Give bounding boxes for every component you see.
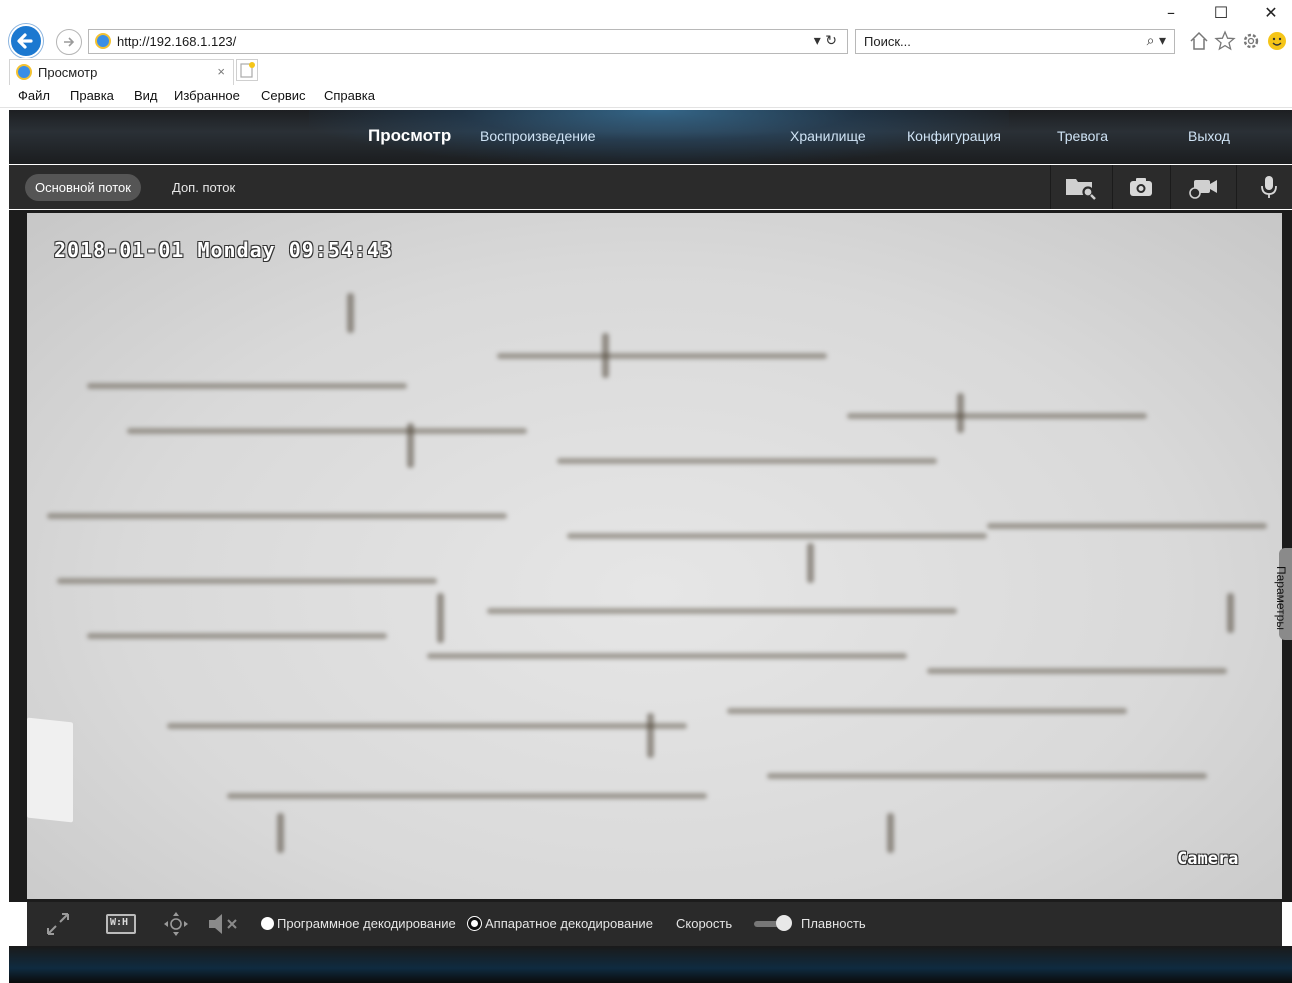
toolbar-divider: [1050, 165, 1051, 209]
menu-help[interactable]: Справка: [324, 88, 375, 103]
nav-storage[interactable]: Хранилище: [790, 128, 866, 144]
hardware-decoding-radio[interactable]: [468, 917, 481, 930]
home-icon[interactable]: [1188, 30, 1210, 52]
osd-camera-name: Camera: [1177, 849, 1239, 869]
window-titlebar: – ☐ ✕: [0, 0, 1292, 25]
nav-logout[interactable]: Выход: [1188, 128, 1230, 144]
software-decoding-radio[interactable]: [261, 917, 274, 930]
barcode-sticker: [27, 717, 73, 823]
record-icon[interactable]: [1186, 174, 1220, 200]
smiley-icon[interactable]: [1266, 30, 1288, 52]
search-input[interactable]: Поиск...: [864, 34, 911, 49]
osd-datetime: 2018-01-01 Monday 09:54:43: [54, 238, 394, 262]
new-tab-icon: [240, 62, 255, 78]
toolbar-divider: [1170, 165, 1171, 209]
slider-handle[interactable]: [776, 915, 792, 931]
ie-tab-icon: [16, 64, 32, 80]
main-stream-button[interactable]: Основной поток: [25, 174, 141, 201]
menu-view[interactable]: Вид: [134, 88, 158, 103]
camera-snapshot-icon[interactable]: [1128, 174, 1154, 200]
maximize-button[interactable]: ☐: [1198, 0, 1244, 25]
address-bar[interactable]: http://192.168.1.123/ ▾ ↻: [88, 29, 848, 54]
refresh-icon[interactable]: ▾ ↻: [814, 33, 837, 49]
parameters-label[interactable]: Параметры: [1274, 566, 1288, 630]
software-decoding-label[interactable]: Программное декодирование: [277, 916, 456, 931]
aspect-ratio-button[interactable]: W:H: [106, 914, 136, 934]
nav-alarm[interactable]: Тревога: [1057, 128, 1108, 144]
tab-title: Просмотр: [38, 65, 98, 80]
menu-edit[interactable]: Правка: [70, 88, 114, 103]
menu-tools[interactable]: Сервис: [261, 88, 306, 103]
mute-icon[interactable]: [206, 910, 242, 938]
sub-stream-button[interactable]: Доп. поток: [162, 174, 245, 201]
fullscreen-icon[interactable]: [44, 910, 72, 938]
live-video[interactable]: [27, 213, 1282, 899]
microphone-icon[interactable]: [1256, 174, 1282, 200]
forward-button[interactable]: [56, 29, 82, 55]
arrow-right-icon: [64, 37, 75, 47]
nav-playback[interactable]: Воспроизведение: [480, 128, 596, 144]
menu-file[interactable]: Файл: [18, 88, 50, 103]
nav-view[interactable]: Просмотр: [368, 126, 451, 146]
page-footer: [9, 946, 1292, 983]
new-tab-button[interactable]: [236, 59, 258, 81]
star-icon[interactable]: [1214, 30, 1236, 52]
speed-label: Скорость: [676, 916, 733, 931]
toolbar-divider: [1112, 165, 1113, 209]
gear-icon[interactable]: [1240, 30, 1262, 52]
smooth-label: Плавность: [801, 916, 866, 931]
ie-page-icon: [95, 33, 111, 49]
aspect-ratio-label: W:H: [110, 917, 129, 928]
toolbar-divider: [1236, 165, 1237, 209]
close-tab-icon[interactable]: ×: [217, 64, 225, 79]
arrow-left-icon: [17, 33, 33, 49]
close-window-button[interactable]: ✕: [1248, 0, 1292, 25]
minimize-button[interactable]: –: [1148, 0, 1194, 25]
menu-favorites[interactable]: Избранное: [174, 88, 240, 103]
address-text[interactable]: http://192.168.1.123/: [117, 34, 236, 49]
hardware-decoding-label[interactable]: Аппаратное декодирование: [485, 916, 653, 931]
tab-active[interactable]: Просмотр ×: [9, 59, 234, 85]
search-box[interactable]: Поиск... ⌕ ▾: [855, 29, 1175, 54]
search-icon[interactable]: ⌕ ▾: [1147, 33, 1166, 49]
back-button[interactable]: [9, 24, 43, 58]
nav-configuration[interactable]: Конфигурация: [907, 128, 1001, 144]
folder-search-icon[interactable]: [1064, 174, 1098, 200]
ptz-control-icon[interactable]: [162, 910, 190, 938]
